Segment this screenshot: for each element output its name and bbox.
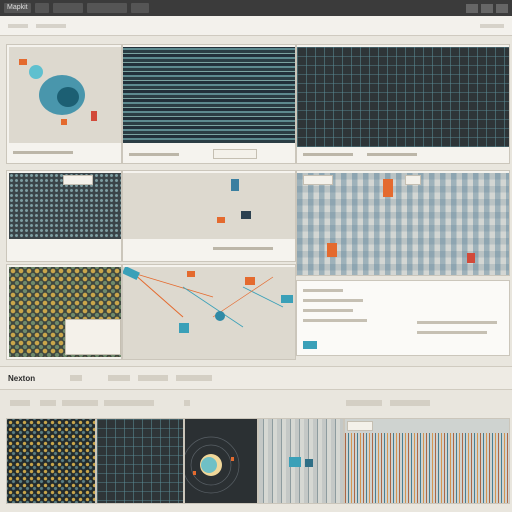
highlight-cell — [467, 253, 475, 263]
map-view[interactable] — [123, 173, 295, 239]
toolbar-item-4[interactable] — [130, 3, 149, 13]
filter-chip[interactable] — [104, 400, 154, 406]
app-title[interactable]: Mapkit — [4, 3, 31, 13]
minimize-icon[interactable] — [466, 3, 478, 13]
filter-chip[interactable] — [390, 400, 430, 406]
app-titlebar: Mapkit — [0, 0, 512, 16]
toolbar-item-3[interactable] — [86, 3, 127, 13]
panel-caption — [367, 153, 417, 156]
close-icon[interactable] — [496, 3, 508, 13]
thumb-panel-4[interactable] — [258, 418, 344, 504]
filter-chip[interactable] — [184, 400, 190, 406]
thumb-panel-1[interactable] — [6, 418, 96, 504]
thumb-panel-5[interactable] — [344, 418, 510, 504]
chart-panel-stripes[interactable] — [122, 44, 296, 164]
thumb-panel-3[interactable] — [184, 418, 258, 504]
table-row[interactable] — [417, 331, 487, 334]
menu-item[interactable] — [480, 23, 504, 28]
bar-pattern-chart[interactable] — [259, 419, 343, 503]
legend-box[interactable] — [65, 319, 121, 355]
poi-marker — [179, 323, 189, 333]
table-row[interactable] — [303, 289, 343, 292]
filter-chip[interactable] — [40, 400, 56, 406]
legend-box[interactable] — [63, 175, 93, 185]
highlight-cell — [289, 457, 301, 467]
status-swatch — [303, 341, 317, 349]
toolbar-chip[interactable] — [176, 375, 212, 381]
chart-panel-dots[interactable] — [6, 170, 122, 262]
highlight-cell — [327, 243, 337, 257]
poi-marker — [187, 271, 195, 277]
map-view[interactable] — [9, 47, 121, 143]
maximize-icon[interactable] — [481, 3, 493, 13]
cluster-marker — [57, 87, 79, 107]
poi-marker — [19, 59, 27, 65]
toolbar-item-1[interactable] — [34, 3, 49, 13]
section-header: Nexton — [0, 366, 512, 390]
poi-marker — [281, 295, 293, 303]
map-panel-2[interactable] — [122, 170, 296, 262]
map-panel-1[interactable] — [6, 44, 122, 164]
cluster-marker — [29, 65, 43, 79]
menu-item[interactable] — [36, 23, 66, 28]
table-row[interactable] — [303, 319, 367, 322]
filter-chip[interactable] — [346, 400, 382, 406]
grid-heatmap[interactable] — [297, 47, 509, 147]
dot-pattern-map[interactable] — [7, 419, 95, 503]
toolbar-chip[interactable] — [70, 375, 82, 381]
table-row[interactable] — [303, 299, 363, 302]
menu-item[interactable] — [8, 23, 28, 28]
legend-box[interactable] — [405, 175, 421, 185]
table-row[interactable] — [417, 321, 497, 324]
panel-caption — [129, 153, 179, 156]
legend-box[interactable] — [213, 149, 257, 159]
highlight-cell — [383, 179, 393, 197]
chart-panel-grid[interactable] — [296, 44, 510, 164]
menubar — [0, 16, 512, 36]
poi-marker — [241, 211, 251, 219]
grid-heatmap[interactable] — [97, 419, 183, 503]
poi-marker — [231, 179, 239, 191]
toolbar-chip[interactable] — [108, 375, 130, 381]
flow-map[interactable] — [123, 267, 295, 359]
poi-marker — [215, 311, 225, 321]
table-row[interactable] — [303, 309, 353, 312]
mosaic-heatmap[interactable] — [297, 173, 509, 275]
toolbar-item-2[interactable] — [52, 3, 83, 13]
poi-marker — [91, 111, 97, 121]
map-panel-3[interactable] — [122, 264, 296, 360]
highlight-cell — [305, 459, 313, 467]
filter-row — [0, 394, 512, 412]
chart-panel-mosaic[interactable] — [296, 170, 510, 276]
section-title: Nexton — [8, 374, 36, 383]
panel-caption — [13, 151, 73, 154]
filter-chip[interactable] — [10, 400, 30, 406]
poi-marker — [245, 277, 255, 285]
toolbar-chip[interactable] — [138, 375, 168, 381]
table-panel[interactable] — [296, 280, 510, 356]
window-controls — [466, 3, 508, 13]
panel-caption — [213, 247, 273, 250]
filter-chip[interactable] — [62, 400, 98, 406]
stripe-heatmap[interactable] — [123, 47, 295, 143]
legend-box[interactable] — [347, 421, 373, 431]
thumb-panel-2[interactable] — [96, 418, 184, 504]
chart-panel-hex[interactable] — [6, 264, 122, 360]
panel-caption — [303, 153, 353, 156]
flow-lines — [132, 272, 284, 328]
poi-marker — [217, 217, 225, 223]
spike-chart[interactable] — [345, 433, 509, 503]
legend-box[interactable] — [303, 175, 333, 185]
radial-chart — [185, 436, 240, 494]
poi-marker — [61, 119, 67, 125]
